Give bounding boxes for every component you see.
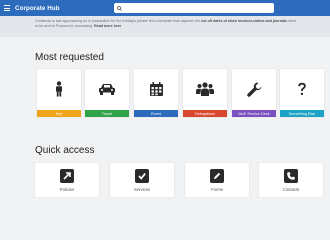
notice-text-part: Christmas is fast approaching so in prep…: [35, 19, 202, 23]
quick-access-services[interactable]: Services: [110, 163, 174, 197]
wrench-icon: [232, 80, 276, 98]
search-input[interactable]: [124, 5, 269, 11]
search-box[interactable]: [114, 3, 274, 13]
notice-text-bold: cut off dates of when invoices,claims an…: [201, 19, 287, 23]
top-bar: Corporate Hub: [0, 0, 330, 16]
notice-banner: Christmas is fast approaching so in prep…: [0, 16, 330, 37]
app-title[interactable]: Corporate Hub: [15, 5, 60, 12]
person-icon: [37, 80, 81, 98]
question-icon: [280, 80, 324, 98]
car-icon: [85, 80, 129, 98]
tile-delegations-label: Delegations: [183, 110, 227, 117]
phone-icon: [284, 169, 298, 183]
notice-text: Christmas is fast approaching so in prep…: [35, 19, 297, 30]
tile-key[interactable]: Key: [37, 69, 81, 117]
most-requested-heading: Most requested: [35, 52, 104, 63]
quick-access-forms-label: Forms: [211, 187, 223, 192]
quick-access-contacts-label: Contacts: [282, 187, 300, 192]
tile-travel-label: Travel: [85, 110, 129, 117]
edit-icon: [210, 169, 224, 183]
quick-access-heading: Quick access: [35, 145, 95, 156]
tile-event[interactable]: Event: [134, 69, 178, 117]
quick-access-services-label: Services: [133, 187, 151, 192]
read-more-link[interactable]: Read more here: [94, 24, 121, 28]
quick-access-policies[interactable]: Policies: [35, 163, 99, 197]
calendar-icon: [134, 80, 178, 98]
hamburger-menu-icon[interactable]: [2, 0, 12, 16]
external-link-icon: [60, 169, 74, 183]
tile-event-label: Event: [134, 110, 178, 117]
tile-key-label: Key: [37, 110, 81, 117]
quick-access-forms[interactable]: Forms: [185, 163, 249, 197]
search-icon: [117, 5, 122, 11]
tile-service-desk-label: MoE Service Desk: [232, 110, 276, 117]
tile-something-else[interactable]: Something Else: [280, 69, 324, 117]
tile-travel[interactable]: Travel: [85, 69, 129, 117]
tile-something-else-label: Something Else: [280, 110, 324, 117]
quick-access-contacts[interactable]: Contacts: [259, 163, 323, 197]
checkbox-icon: [135, 169, 149, 183]
tile-delegations[interactable]: Delegations: [183, 69, 227, 117]
quick-access-policies-label: Policies: [59, 187, 75, 192]
group-icon: [183, 80, 227, 98]
tile-service-desk[interactable]: MoE Service Desk: [232, 69, 276, 117]
